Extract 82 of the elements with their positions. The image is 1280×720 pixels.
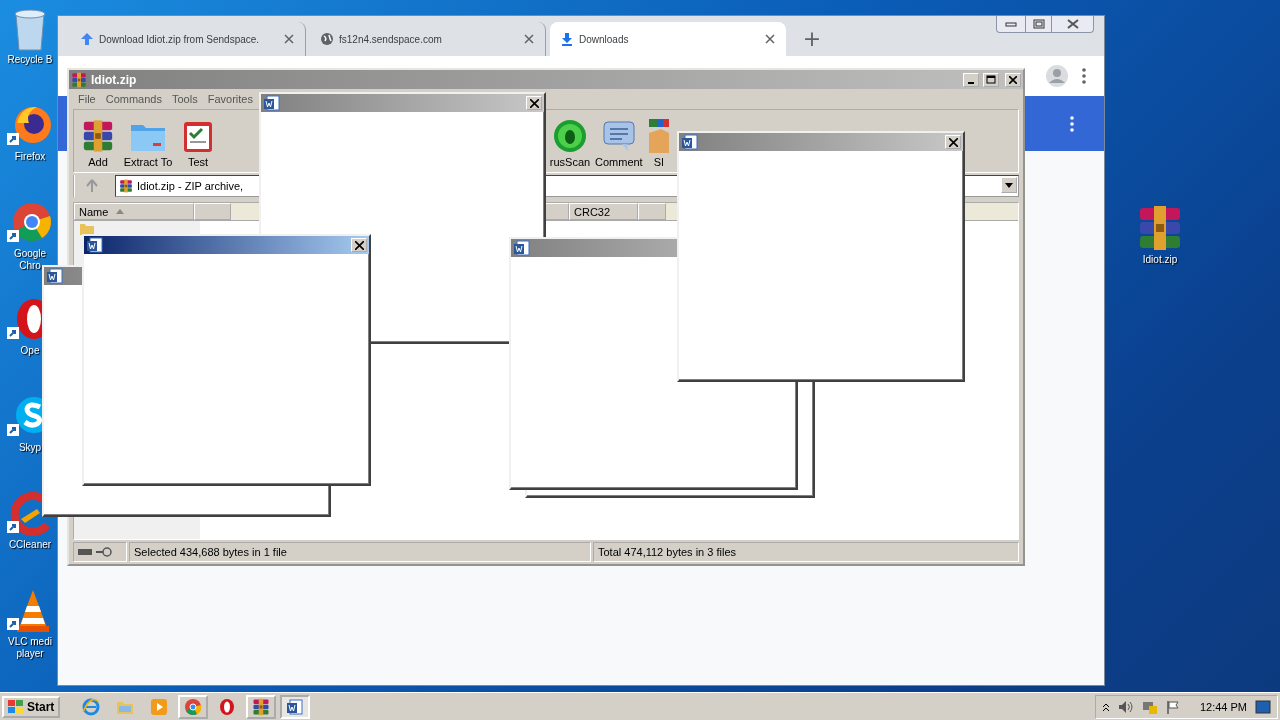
sfx-archive-icon: [648, 119, 669, 153]
word-document-icon: [514, 240, 530, 256]
toolbar-button[interactable]: Comment: [592, 110, 646, 172]
more-options-icon[interactable]: [1070, 115, 1074, 132]
close-icon: [765, 34, 775, 44]
network-icon[interactable]: [1141, 699, 1158, 714]
desktop-icon-label[interactable]: Firefox: [14, 151, 46, 163]
toolbar-button[interactable]: Test: [178, 110, 218, 172]
minimize-icon: [1005, 21, 1017, 27]
status-text: Total 474,112 bytes in 3 files: [593, 542, 1019, 562]
toolbar-button[interactable]: Extract To: [118, 110, 178, 172]
clock[interactable]: 12:44 PM: [1199, 700, 1247, 713]
window-title: Idiot.zip: [91, 72, 138, 87]
word-document-icon: [287, 698, 304, 715]
restore-icon: [1032, 19, 1045, 29]
new-tab-button[interactable]: +: [798, 25, 826, 53]
sort-arrow-icon: [116, 209, 125, 214]
maximize-icon: [986, 75, 996, 84]
browser-tab[interactable]: Downloads: [550, 22, 786, 56]
chevron-up-icon[interactable]: [1101, 701, 1110, 712]
desktop-icon-label[interactable]: VLC medi player: [4, 636, 56, 660]
close-icon: [1009, 75, 1017, 84]
status-text: Selected 434,688 bytes in 1 file: [129, 542, 591, 562]
show-desktop-icon[interactable]: [1255, 699, 1271, 714]
toolbar-button[interactable]: Add: [78, 110, 118, 172]
globe-icon: [320, 32, 334, 46]
close-icon: [524, 34, 534, 44]
close-icon: [948, 137, 958, 147]
menu-item[interactable]: Favorites: [202, 93, 258, 105]
menu-item[interactable]: Commands: [100, 93, 167, 105]
bug-scan-icon: [553, 119, 587, 153]
close-icon: [354, 240, 364, 250]
media-player-icon: [150, 697, 169, 716]
winrar-icon[interactable]: [119, 179, 133, 193]
taskbar-app-button[interactable]: [246, 694, 277, 719]
speaker-icon[interactable]: [1117, 699, 1134, 714]
toolbar-button[interactable]: Sl: [645, 110, 672, 172]
close-icon: [284, 34, 294, 44]
desktop-icon-label[interactable]: Recycle B: [7, 54, 53, 66]
menu-item[interactable]: Tools: [167, 93, 203, 105]
comment-icon: [601, 119, 636, 153]
close-icon: [1065, 19, 1080, 29]
key-icon: [96, 547, 112, 557]
maximize-button[interactable]: [983, 72, 999, 87]
up-arrow-icon: [86, 179, 98, 193]
desktop-icon-label[interactable]: Skyp: [18, 442, 42, 454]
internet-explorer-icon: [82, 697, 101, 716]
column-header[interactable]: [545, 203, 569, 220]
minimize-button[interactable]: [963, 72, 979, 87]
menu-item[interactable]: File: [73, 93, 101, 105]
dropdown-button[interactable]: [1001, 177, 1017, 193]
caret-icon: [1005, 182, 1013, 188]
word-document-icon: [682, 134, 698, 150]
windows-logo-icon: [8, 699, 24, 714]
upload-arrow-icon: [80, 32, 94, 46]
opera-icon: [218, 697, 237, 716]
close-icon: [529, 98, 539, 108]
toolbar-button[interactable]: rusScan: [548, 110, 592, 172]
desktop-icon-label[interactable]: CCleaner: [8, 539, 52, 551]
winrar-icon[interactable]: [71, 71, 87, 88]
minimize-icon: [968, 81, 974, 84]
menu-icon[interactable]: [1082, 68, 1086, 84]
chrome-icon: [184, 697, 203, 716]
ccleaner-icon[interactable]: [7, 491, 53, 537]
clipboard-check-icon: [182, 119, 214, 153]
download-arrow-icon: [560, 32, 574, 46]
profile-avatar-icon[interactable]: [1046, 65, 1068, 87]
word-document-icon: [47, 268, 63, 284]
start-button[interactable]: Start: [2, 695, 61, 718]
taskbar-app-button[interactable]: [178, 694, 209, 719]
winrar-icon[interactable]: [252, 697, 271, 716]
drive-icon: [78, 549, 92, 555]
desktop-icon-label[interactable]: Ope: [20, 345, 40, 357]
add-archive-icon[interactable]: [81, 119, 115, 153]
flag-icon[interactable]: [1165, 699, 1180, 714]
column-header[interactable]: CRC32: [569, 203, 638, 220]
word-document-icon: [264, 95, 280, 111]
column-header[interactable]: Name: [74, 203, 194, 220]
taskbar-app-button[interactable]: [280, 694, 311, 719]
desktop-icon-label[interactable]: Idiot.zip: [1142, 254, 1178, 266]
desktop-icon-label[interactable]: Google Chro: [4, 248, 56, 272]
word-document-icon: [87, 237, 103, 253]
